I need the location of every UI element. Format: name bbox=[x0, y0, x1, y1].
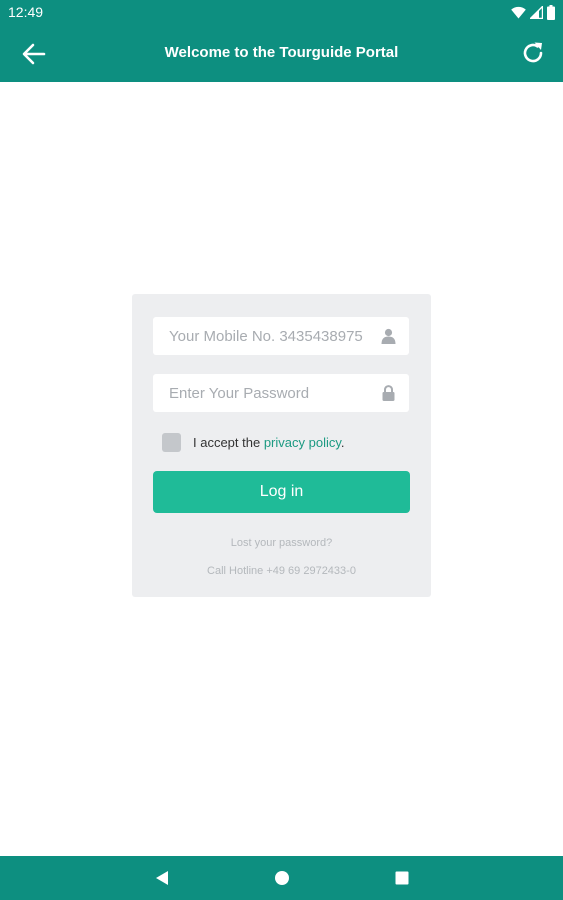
app-bar-title: Welcome to the Tourguide Portal bbox=[164, 44, 399, 61]
mobile-field-container bbox=[153, 317, 409, 355]
password-field-container bbox=[153, 374, 409, 412]
refresh-button[interactable] bbox=[519, 39, 547, 67]
nav-back-button[interactable] bbox=[152, 868, 172, 888]
refresh-icon bbox=[523, 42, 543, 63]
wifi-icon bbox=[511, 6, 526, 19]
accept-text: I accept the privacy policy. bbox=[193, 435, 345, 450]
login-button[interactable]: Log in bbox=[153, 471, 410, 513]
accept-prefix: I accept the bbox=[193, 435, 264, 450]
signal-icon bbox=[530, 5, 543, 19]
nav-recents-icon bbox=[395, 871, 409, 885]
user-icon bbox=[381, 328, 396, 344]
status-bar: 12:49 bbox=[0, 0, 563, 25]
mobile-input[interactable] bbox=[153, 317, 409, 355]
privacy-policy-link[interactable]: privacy policy bbox=[264, 435, 341, 450]
hotline-text: Call Hotline +49 69 2972433-0 bbox=[207, 565, 356, 577]
status-time: 12:49 bbox=[8, 4, 44, 20]
accept-suffix: . bbox=[340, 435, 345, 450]
nav-home-button[interactable] bbox=[272, 868, 292, 888]
app-bar: Welcome to the Tourguide Portal bbox=[0, 25, 563, 82]
status-icons bbox=[511, 4, 555, 20]
lock-icon bbox=[382, 385, 395, 401]
password-input[interactable] bbox=[153, 374, 409, 412]
accept-checkbox[interactable] bbox=[162, 433, 181, 452]
nav-recents-button[interactable] bbox=[392, 868, 412, 888]
lost-password-link[interactable]: Lost your password? bbox=[132, 537, 431, 549]
nav-home-icon bbox=[275, 871, 289, 885]
navigation-bar bbox=[0, 856, 563, 900]
nav-back-icon bbox=[156, 871, 168, 885]
login-card: I accept the privacy policy. Log in Lost… bbox=[132, 294, 431, 597]
battery-icon bbox=[547, 4, 555, 20]
